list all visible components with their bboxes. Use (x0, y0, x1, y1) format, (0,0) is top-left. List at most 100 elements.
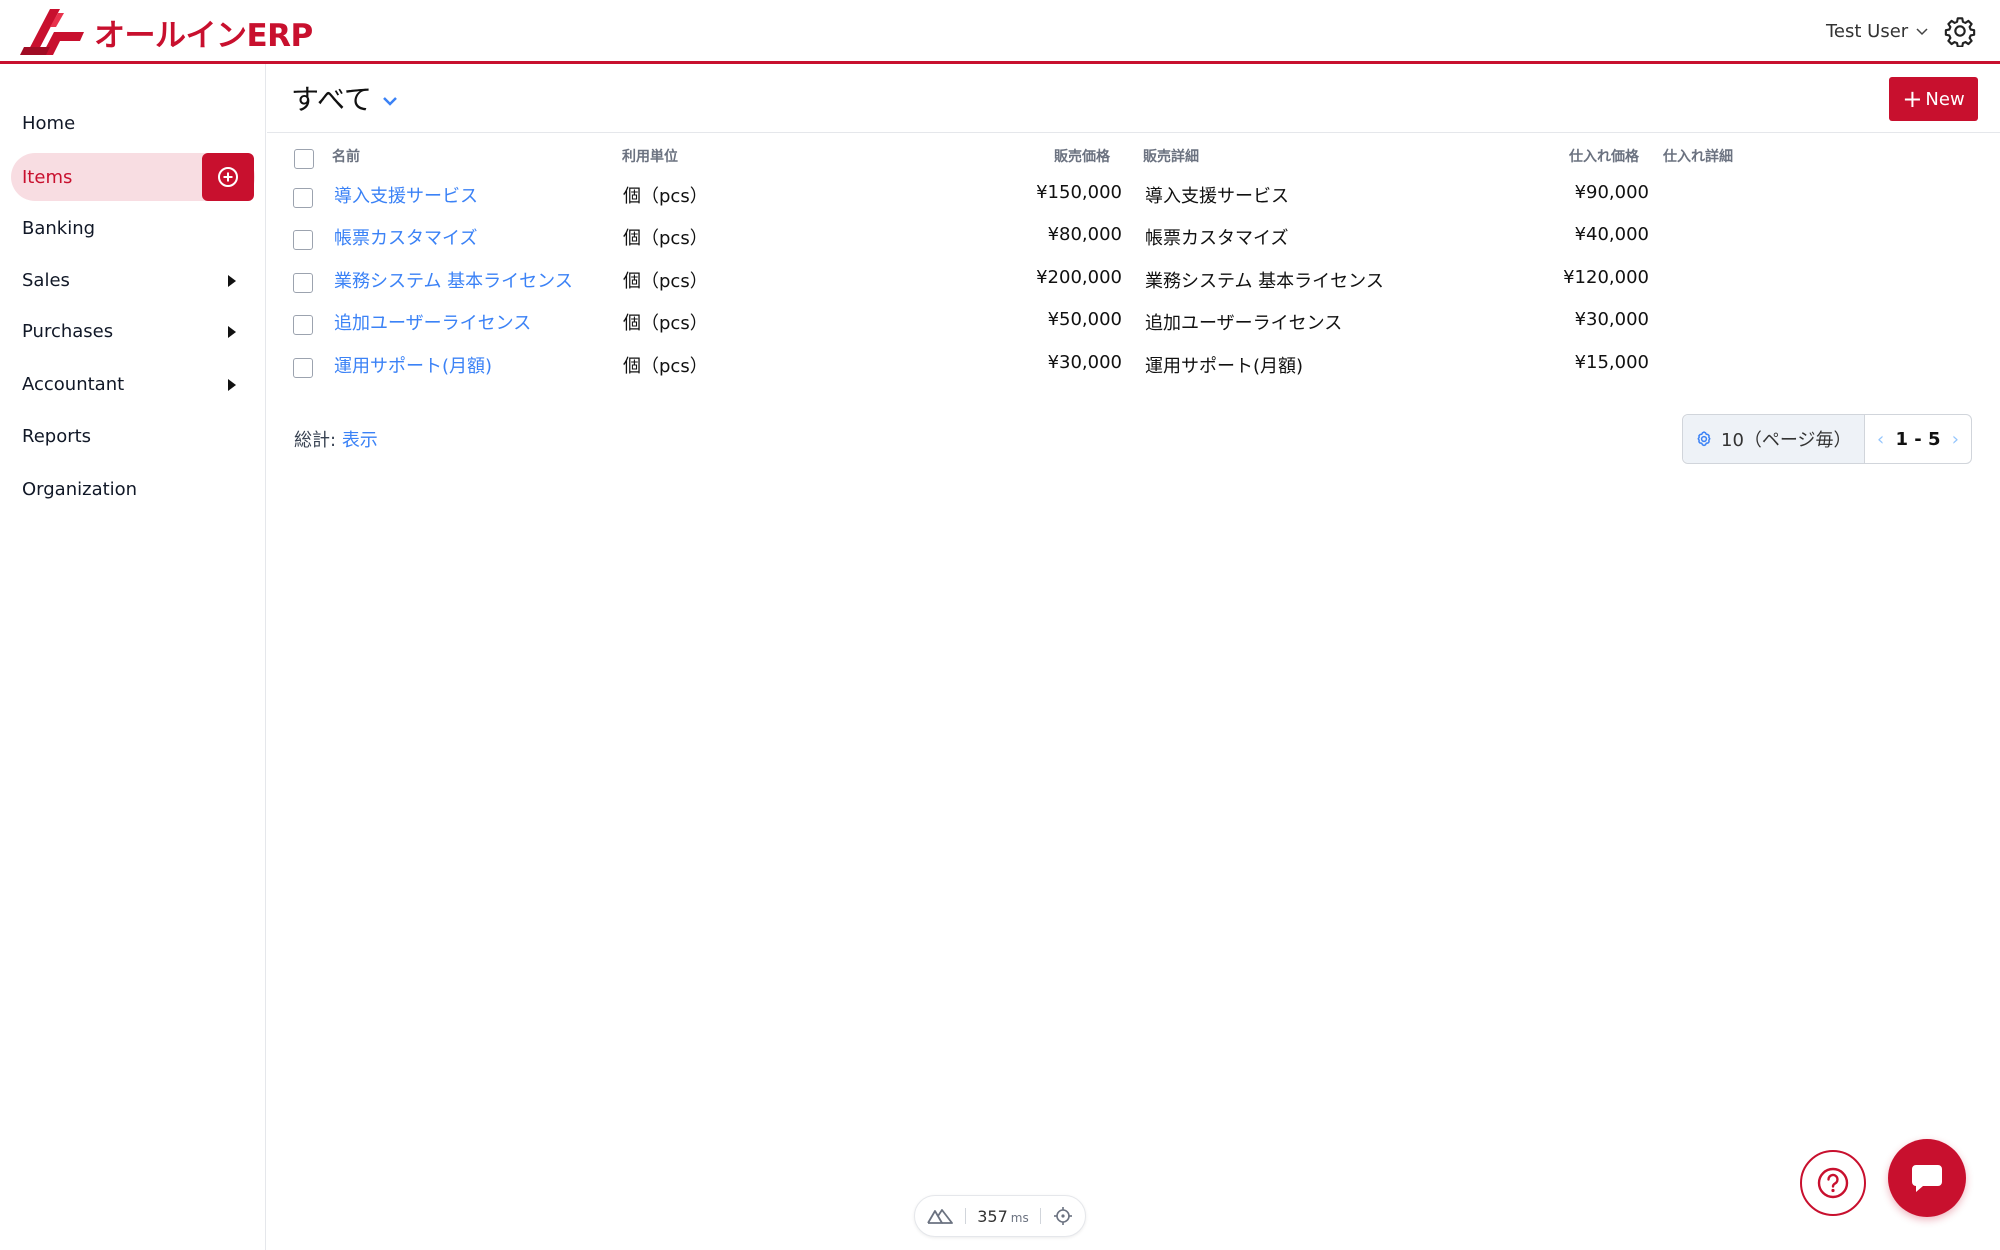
totals-show-link[interactable]: 表示 (342, 430, 378, 451)
column-header-purchase-detail[interactable]: 仕入れ詳細 (1663, 146, 1733, 166)
item-name-link[interactable]: 業務システム 基本ライセンス (334, 267, 573, 293)
table-row[interactable]: 追加ユーザーライセンス 個（pcs） ¥50,000 追加ユーザーライセンス ¥… (267, 299, 2000, 341)
new-button[interactable]: + New (1889, 77, 1978, 121)
sidebar-item-home[interactable]: Home (11, 99, 255, 147)
gear-icon[interactable] (1944, 15, 1976, 47)
column-header-name[interactable]: 名前 (332, 146, 360, 166)
sidebar-item-reports[interactable]: Reports (11, 412, 255, 460)
logo-mark-icon (20, 9, 84, 55)
item-sale-price: ¥150,000 (1036, 182, 1122, 203)
item-name-link[interactable]: 帳票カスタマイズ (334, 224, 477, 250)
item-sale-detail: 業務システム 基本ライセンス (1145, 271, 1384, 292)
divider (267, 132, 2000, 133)
question-icon (1817, 1167, 1849, 1199)
item-unit: 個（pcs） (623, 228, 708, 249)
chat-button[interactable] (1888, 1139, 1966, 1217)
separator (1040, 1208, 1042, 1224)
per-page-selector[interactable]: 10（ページ毎） (1683, 415, 1865, 463)
sidebar-item-label: Banking (22, 217, 96, 239)
item-name-link[interactable]: 追加ユーザーライセンス (334, 309, 531, 335)
plus-icon: + (1902, 85, 1923, 113)
column-header-unit[interactable]: 利用単位 (622, 146, 678, 166)
sidebar-item-purchases[interactable]: Purchases (11, 307, 255, 355)
item-purchase-price: ¥30,000 (1574, 309, 1649, 330)
sidebar-item-label: Items (22, 166, 73, 188)
pagination: 10（ページ毎） ‹ 1 - 5 › (1682, 414, 1972, 464)
item-sale-price: ¥30,000 (1047, 352, 1122, 373)
item-name-link[interactable]: 導入支援サービス (334, 182, 478, 208)
help-button[interactable] (1800, 1150, 1866, 1216)
select-all-checkbox[interactable] (294, 149, 314, 169)
main-content: すべて + New 名前 利用単位 販売価格 販売詳細 仕入れ価格 仕入れ詳細 … (267, 64, 2000, 1250)
logo-text: オールインERP (94, 17, 313, 54)
plus-circle-icon (218, 167, 238, 187)
item-unit: 個（pcs） (623, 356, 708, 377)
sidebar-item-label: Accountant (22, 373, 125, 395)
framework-logo-icon (927, 1209, 953, 1224)
item-purchase-price: ¥40,000 (1574, 224, 1649, 245)
add-item-button[interactable] (202, 153, 254, 201)
table-row[interactable]: 導入支援サービス 個（pcs） ¥150,000 導入支援サービス ¥90,00… (267, 172, 2000, 214)
row-checkbox[interactable] (293, 273, 313, 293)
row-checkbox[interactable] (293, 188, 313, 208)
item-purchase-price: ¥120,000 (1563, 267, 1649, 288)
item-sale-detail: 導入支援サービス (1145, 186, 1289, 207)
sidebar-item-banking[interactable]: Banking (11, 204, 255, 252)
table-row[interactable]: 帳票カスタマイズ 個（pcs） ¥80,000 帳票カスタマイズ ¥40,000 (267, 214, 2000, 256)
gear-icon (1697, 431, 1711, 447)
caret-right-icon (228, 379, 236, 391)
next-page-button[interactable]: › (1952, 429, 1959, 450)
sidebar-item-label: Reports (22, 425, 92, 447)
perf-unit: ms (1010, 1210, 1029, 1225)
sidebar-item-organization[interactable]: Organization (11, 465, 255, 513)
chat-bubble-icon (1912, 1165, 1942, 1192)
new-button-label: New (1925, 88, 1965, 110)
perf-indicator[interactable]: 357 ms (914, 1195, 1086, 1237)
item-sale-price: ¥50,000 (1047, 309, 1122, 330)
row-checkbox[interactable] (293, 315, 313, 335)
sidebar-item-accountant[interactable]: Accountant (11, 360, 255, 408)
item-sale-price: ¥200,000 (1036, 267, 1122, 288)
sidebar-item-label: Organization (22, 478, 138, 500)
sidebar-item-label: Home (22, 112, 76, 134)
row-checkbox[interactable] (293, 230, 313, 250)
per-page-label: 10（ページ毎） (1721, 430, 1852, 451)
sidebar: Home Items Banking Sales Purchases Accou… (0, 64, 266, 1250)
sidebar-item-label: Sales (22, 269, 70, 291)
sidebar-item-label: Purchases (22, 320, 114, 342)
table-row[interactable]: 業務システム 基本ライセンス 個（pcs） ¥200,000 業務システム 基本… (267, 257, 2000, 299)
item-purchase-price: ¥90,000 (1574, 182, 1649, 203)
item-unit: 個（pcs） (623, 186, 708, 207)
prev-page-button[interactable]: ‹ (1877, 429, 1884, 450)
user-name: Test User (1826, 20, 1909, 42)
item-unit: 個（pcs） (623, 313, 708, 334)
view-selector[interactable]: すべて (291, 78, 398, 118)
separator (964, 1208, 966, 1224)
column-header-sale-detail[interactable]: 販売詳細 (1143, 146, 1199, 166)
caret-right-icon (228, 275, 236, 287)
item-sale-detail: 帳票カスタマイズ (1145, 228, 1289, 249)
perf-value: 357 ms (977, 1207, 1029, 1226)
table-row[interactable]: 運用サポート(月額) 個（pcs） ¥30,000 運用サポート(月額) ¥15… (267, 342, 2000, 384)
item-purchase-price: ¥15,000 (1574, 352, 1649, 373)
user-menu[interactable]: Test User (1826, 16, 1928, 46)
app-logo[interactable]: オールインERP (20, 5, 320, 59)
caret-right-icon (228, 326, 236, 338)
item-unit: 個（pcs） (623, 271, 708, 292)
page-range: ‹ 1 - 5 › (1865, 415, 1971, 463)
page-title: すべて (291, 83, 372, 116)
crosshair-icon (1054, 1207, 1072, 1225)
item-sale-price: ¥80,000 (1047, 224, 1122, 245)
item-sale-detail: 追加ユーザーライセンス (1145, 313, 1343, 334)
item-name-link[interactable]: 運用サポート(月額) (334, 352, 492, 378)
item-sale-detail: 運用サポート(月額) (1145, 356, 1304, 377)
page-range-label: 1 - 5 (1895, 428, 1941, 450)
top-bar: オールインERP Test User (0, 0, 2000, 64)
column-header-sale-price[interactable]: 販売価格 (1017, 146, 1110, 166)
sidebar-item-sales[interactable]: Sales (11, 256, 255, 304)
perf-number: 357 (977, 1206, 1008, 1226)
column-header-purchase-price[interactable]: 仕入れ価格 (1547, 146, 1639, 166)
totals-label: 総計: (294, 430, 337, 451)
totals: 総計: 表示 (294, 426, 378, 452)
row-checkbox[interactable] (293, 358, 313, 378)
